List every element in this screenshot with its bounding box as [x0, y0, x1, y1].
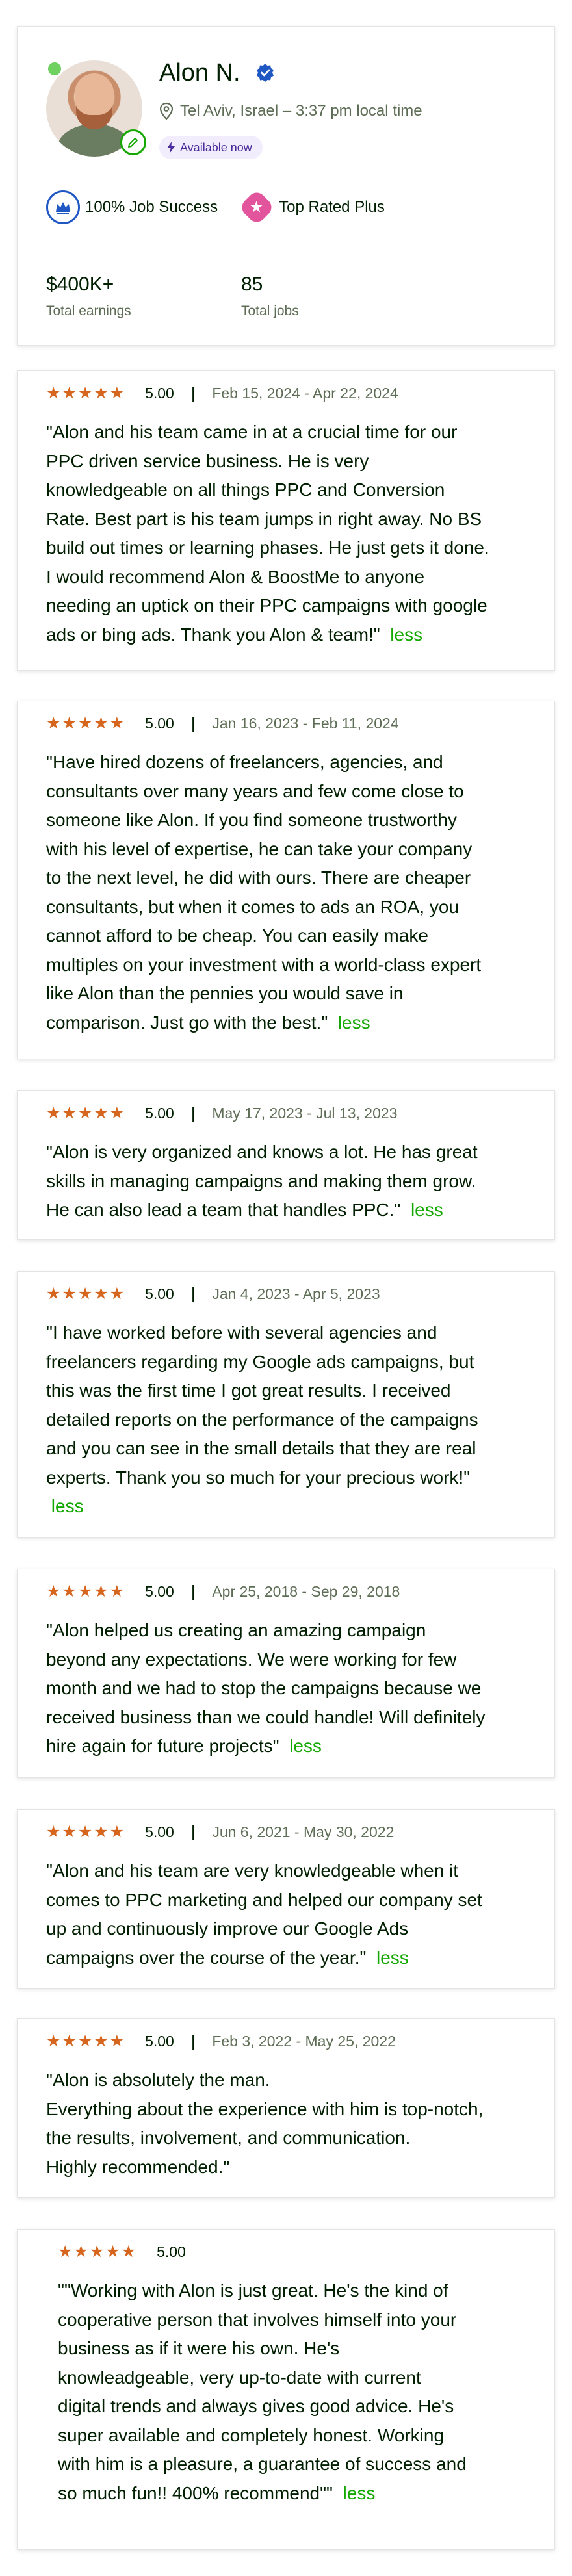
avatar[interactable] — [46, 60, 146, 157]
total-earnings-label: Total earnings — [46, 303, 131, 318]
star-rating: ★★★★★ — [46, 1104, 126, 1122]
total-earnings-value: $400K+ — [46, 274, 114, 295]
divider: | — [190, 383, 196, 402]
review-card: ★★★★★ 5.00 ""Working with Alon is just g… — [17, 2229, 555, 2550]
less-link[interactable]: less — [390, 625, 422, 645]
total-earnings-stat: $400K+ Total earnings — [46, 274, 131, 319]
review-text: "Alon is very organized and knows a lot.… — [46, 1138, 526, 1225]
verified-icon — [257, 64, 274, 82]
review-dates: Feb 15, 2024 - Apr 22, 2024 — [212, 384, 398, 402]
less-link[interactable]: less — [343, 2483, 376, 2503]
review-header: ★★★★★ 5.00 | Feb 3, 2022 - May 25, 2022 — [46, 2031, 396, 2052]
review-header: ★★★★★ 5.00 | May 17, 2023 - Jul 13, 2023 — [46, 1103, 397, 1124]
review-card: ★★★★★ 5.00 | Jun 6, 2021 - May 30, 2022 … — [17, 1809, 555, 1989]
review-card: ★★★★★ 5.00 | Apr 25, 2018 - Sep 29, 2018… — [17, 1569, 555, 1778]
divider: | — [190, 1582, 196, 1601]
review-header: ★★★★★ 5.00 | Jan 4, 2023 - Apr 5, 2023 — [46, 1283, 380, 1304]
review-text: "I have worked before with several agenc… — [46, 1319, 526, 1521]
review-text: "Alon helped us creating an amazing camp… — [46, 1616, 526, 1761]
less-link[interactable]: less — [411, 1200, 443, 1220]
review-text: "Alon and his team came in at a crucial … — [46, 418, 526, 649]
less-link[interactable]: less — [289, 1736, 322, 1756]
review-text: "Alon and his team are very knowledgeabl… — [46, 1857, 526, 1972]
review-dates: Jan 4, 2023 - Apr 5, 2023 — [212, 1285, 380, 1302]
less-link[interactable]: less — [338, 1012, 370, 1033]
review-body: "Alon is absolutely the man. Everything … — [46, 2070, 484, 2177]
review-score: 5.00 — [145, 1582, 174, 1600]
star-rating: ★★★★★ — [46, 1285, 126, 1303]
review-body: "I have worked before with several agenc… — [46, 1322, 478, 1488]
pencil-icon — [128, 138, 138, 148]
total-jobs-value: 85 — [241, 274, 263, 295]
review-score: 5.00 — [157, 2243, 186, 2260]
divider: | — [190, 1284, 196, 1303]
profile-card: Alon N. Tel Aviv, Israel – 3:37 pm local… — [17, 26, 555, 346]
review-dates: Feb 3, 2022 - May 25, 2022 — [212, 2032, 396, 2050]
review-header: ★★★★★ 5.00 — [58, 2241, 186, 2262]
review-card: ★★★★★ 5.00 | Feb 3, 2022 - May 25, 2022 … — [17, 2018, 555, 2198]
review-body: "Alon and his team came in at a crucial … — [46, 422, 489, 645]
star-rating: ★★★★★ — [46, 1582, 126, 1601]
divider: | — [190, 1822, 196, 1841]
review-header: ★★★★★ 5.00 | Feb 15, 2024 - Apr 22, 2024 — [46, 383, 398, 404]
review-card: ★★★★★ 5.00 | Feb 15, 2024 - Apr 22, 2024… — [17, 370, 555, 671]
availability-label: Available now — [180, 140, 252, 154]
star-rating: ★★★★★ — [46, 2032, 126, 2050]
review-score: 5.00 — [145, 1823, 174, 1840]
review-score: 5.00 — [145, 714, 174, 732]
review-score: 5.00 — [145, 1285, 174, 1302]
review-body: "Alon and his team are very knowledgeabl… — [46, 1861, 482, 1968]
review-dates: Jun 6, 2021 - May 30, 2022 — [212, 1823, 395, 1840]
less-link[interactable]: less — [376, 1948, 409, 1968]
review-text: "Alon is absolutely the man. Everything … — [46, 2066, 526, 2182]
divider: | — [190, 714, 196, 732]
online-status-dot — [46, 60, 63, 77]
star-rating: ★★★★★ — [58, 2243, 138, 2261]
review-dates: May 17, 2023 - Jul 13, 2023 — [212, 1104, 398, 1122]
availability-badge[interactable]: Available now — [159, 136, 263, 159]
review-score: 5.00 — [145, 384, 174, 402]
divider: | — [190, 1103, 196, 1122]
profile-badges: 100% Job Success ★ Top Rated Plus — [46, 188, 385, 226]
review-body: ""Working with Alon is just great. He's … — [58, 2280, 467, 2503]
star-rating: ★★★★★ — [46, 384, 126, 402]
review-dates: Apr 25, 2018 - Sep 29, 2018 — [212, 1582, 400, 1600]
top-rated-label: Top Rated Plus — [279, 198, 385, 216]
review-card: ★★★★★ 5.00 | Jan 16, 2023 - Feb 11, 2024… — [17, 701, 555, 1059]
location-row: Tel Aviv, Israel – 3:37 pm local time — [159, 102, 422, 120]
total-jobs-label: Total jobs — [241, 303, 299, 318]
review-header: ★★★★★ 5.00 | Jun 6, 2021 - May 30, 2022 — [46, 1822, 394, 1842]
review-text: ""Working with Alon is just great. He's … — [58, 2276, 531, 2508]
star-rating: ★★★★★ — [46, 714, 126, 732]
review-header: ★★★★★ 5.00 | Apr 25, 2018 - Sep 29, 2018 — [46, 1581, 400, 1602]
edit-avatar-button[interactable] — [120, 129, 146, 155]
review-text: "Have hired dozens of freelancers, agenc… — [46, 748, 526, 1037]
review-body: "Alon helped us creating an amazing camp… — [46, 1620, 486, 1756]
lightning-icon — [167, 142, 175, 153]
job-success-label: 100% Job Success — [85, 198, 218, 216]
less-link[interactable]: less — [51, 1496, 84, 1516]
star-rating: ★★★★★ — [46, 1823, 126, 1841]
location-text: Tel Aviv, Israel – 3:37 pm local time — [180, 102, 422, 120]
total-jobs-stat: 85 Total jobs — [241, 274, 299, 319]
location-pin-icon — [159, 102, 174, 120]
review-dates: Jan 16, 2023 - Feb 11, 2024 — [212, 714, 399, 732]
review-body: "Have hired dozens of freelancers, agenc… — [46, 752, 482, 1033]
profile-name: Alon N. — [159, 59, 240, 86]
top-rated-plus-icon: ★ — [238, 188, 276, 226]
divider: | — [190, 2031, 196, 2050]
review-header: ★★★★★ 5.00 | Jan 16, 2023 - Feb 11, 2024 — [46, 713, 399, 734]
review-score: 5.00 — [145, 2032, 174, 2050]
review-score: 5.00 — [145, 1104, 174, 1122]
review-card: ★★★★★ 5.00 | Jan 4, 2023 - Apr 5, 2023 "… — [17, 1271, 555, 1538]
job-success-crown-icon — [46, 190, 80, 224]
review-card: ★★★★★ 5.00 | May 17, 2023 - Jul 13, 2023… — [17, 1090, 555, 1240]
